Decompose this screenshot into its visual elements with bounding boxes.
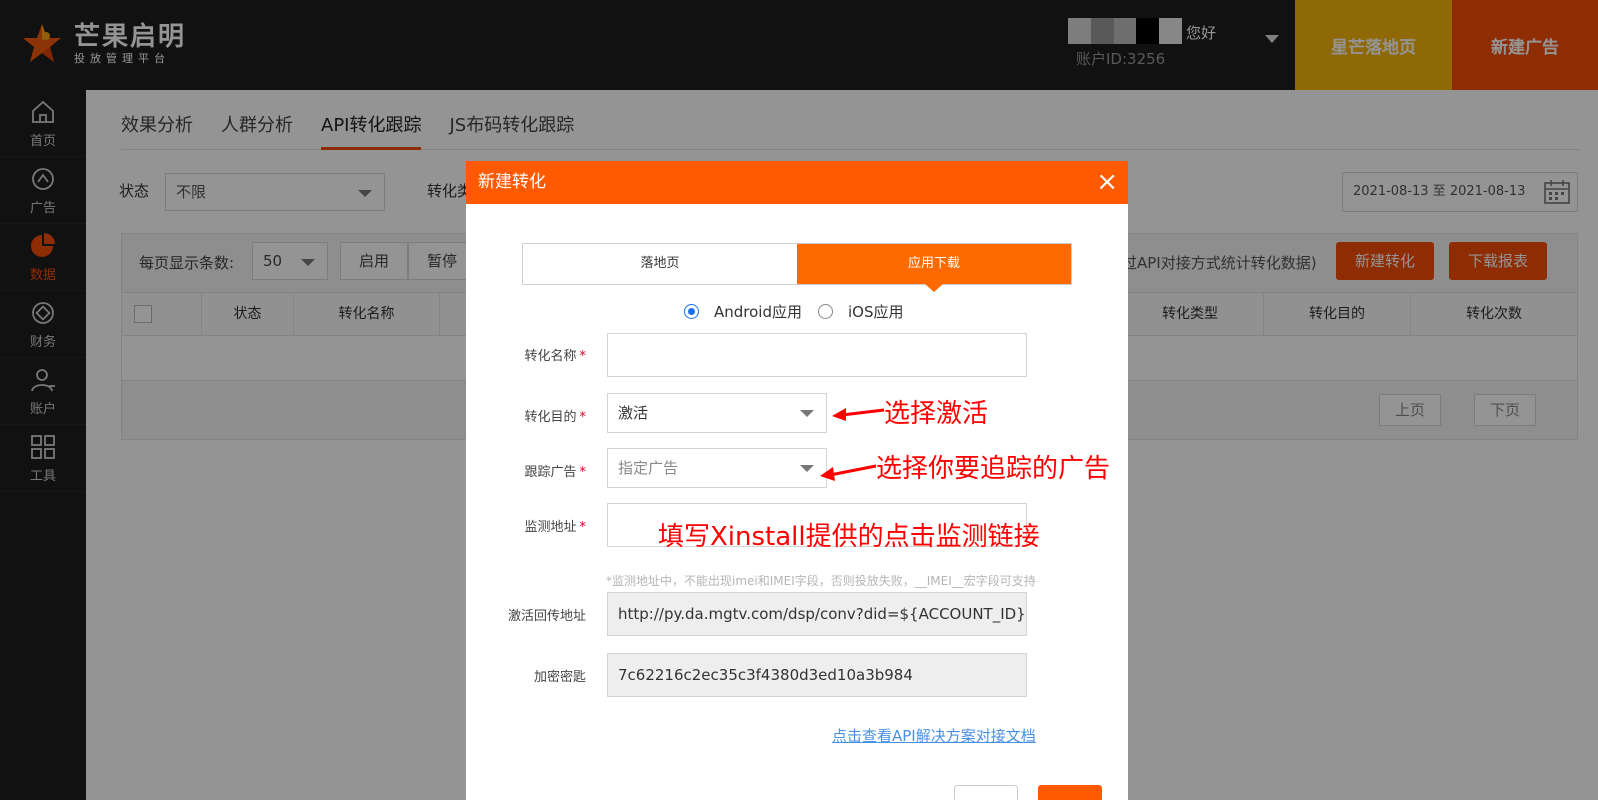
monitor-url-hint: *监测地址中，不能出现imei和IMEI字段，否则投放失败，__IMEI__宏字… <box>606 574 1036 588</box>
conversion-type-segmented: 落地页 应用下载 <box>522 243 1072 292</box>
chevron-down-icon <box>800 465 814 472</box>
track-ad-label: 跟踪广告 * <box>524 465 586 480</box>
track-ad-select[interactable]: 指定广告 <box>607 448 827 488</box>
api-doc-link[interactable]: 点击查看API解决方案对接文档 <box>832 725 1036 746</box>
dialog-title: 新建转化 <box>478 172 546 192</box>
conversion-name-input[interactable] <box>607 333 1027 377</box>
dialog-header: 新建转化 × <box>466 161 1128 204</box>
annotation-select-activate: 选择激活 <box>884 399 989 429</box>
callback-url-field[interactable]: http://py.da.mgtv.com/dsp/conv?did=${ACC… <box>607 592 1027 636</box>
android-radio-label: Android应用 <box>714 303 802 321</box>
close-icon[interactable]: × <box>1096 167 1118 197</box>
annotation-select-ad: 选择你要追踪的广告 <box>876 454 1111 484</box>
conversion-purpose-select[interactable]: 激活 <box>607 393 827 433</box>
platform-radio-group: Android应用 iOS应用 <box>684 301 904 322</box>
conversion-name-label: 转化名称 * <box>524 349 586 364</box>
cancel-button[interactable] <box>954 785 1018 800</box>
chevron-down-icon <box>800 410 814 417</box>
conversion-purpose-label: 转化目的 * <box>524 410 586 425</box>
monitor-url-label: 监测地址 * <box>524 520 586 535</box>
ios-radio[interactable] <box>818 304 833 319</box>
segment-app-download[interactable]: 应用下载 <box>797 244 1071 292</box>
encryption-key-field[interactable]: 7c62216c2ec35c3f4380d3ed10a3b984 <box>607 653 1027 697</box>
encryption-key-label: 加密密匙 <box>533 670 586 685</box>
android-radio[interactable] <box>684 304 699 319</box>
callback-url-label: 激活回传地址 <box>507 609 586 624</box>
conversion-purpose-value: 激活 <box>618 404 649 422</box>
annotation-arrow-icon <box>820 464 877 481</box>
annotation-arrow-icon <box>832 408 885 421</box>
annotation-fill-monitor: 填写Xinstall提供的点击监测链接 <box>658 522 1040 552</box>
ios-radio-label: iOS应用 <box>848 303 904 321</box>
track-ad-placeholder: 指定广告 <box>618 459 679 477</box>
segment-landing-page[interactable]: 落地页 <box>523 244 797 284</box>
submit-button[interactable] <box>1038 785 1102 800</box>
